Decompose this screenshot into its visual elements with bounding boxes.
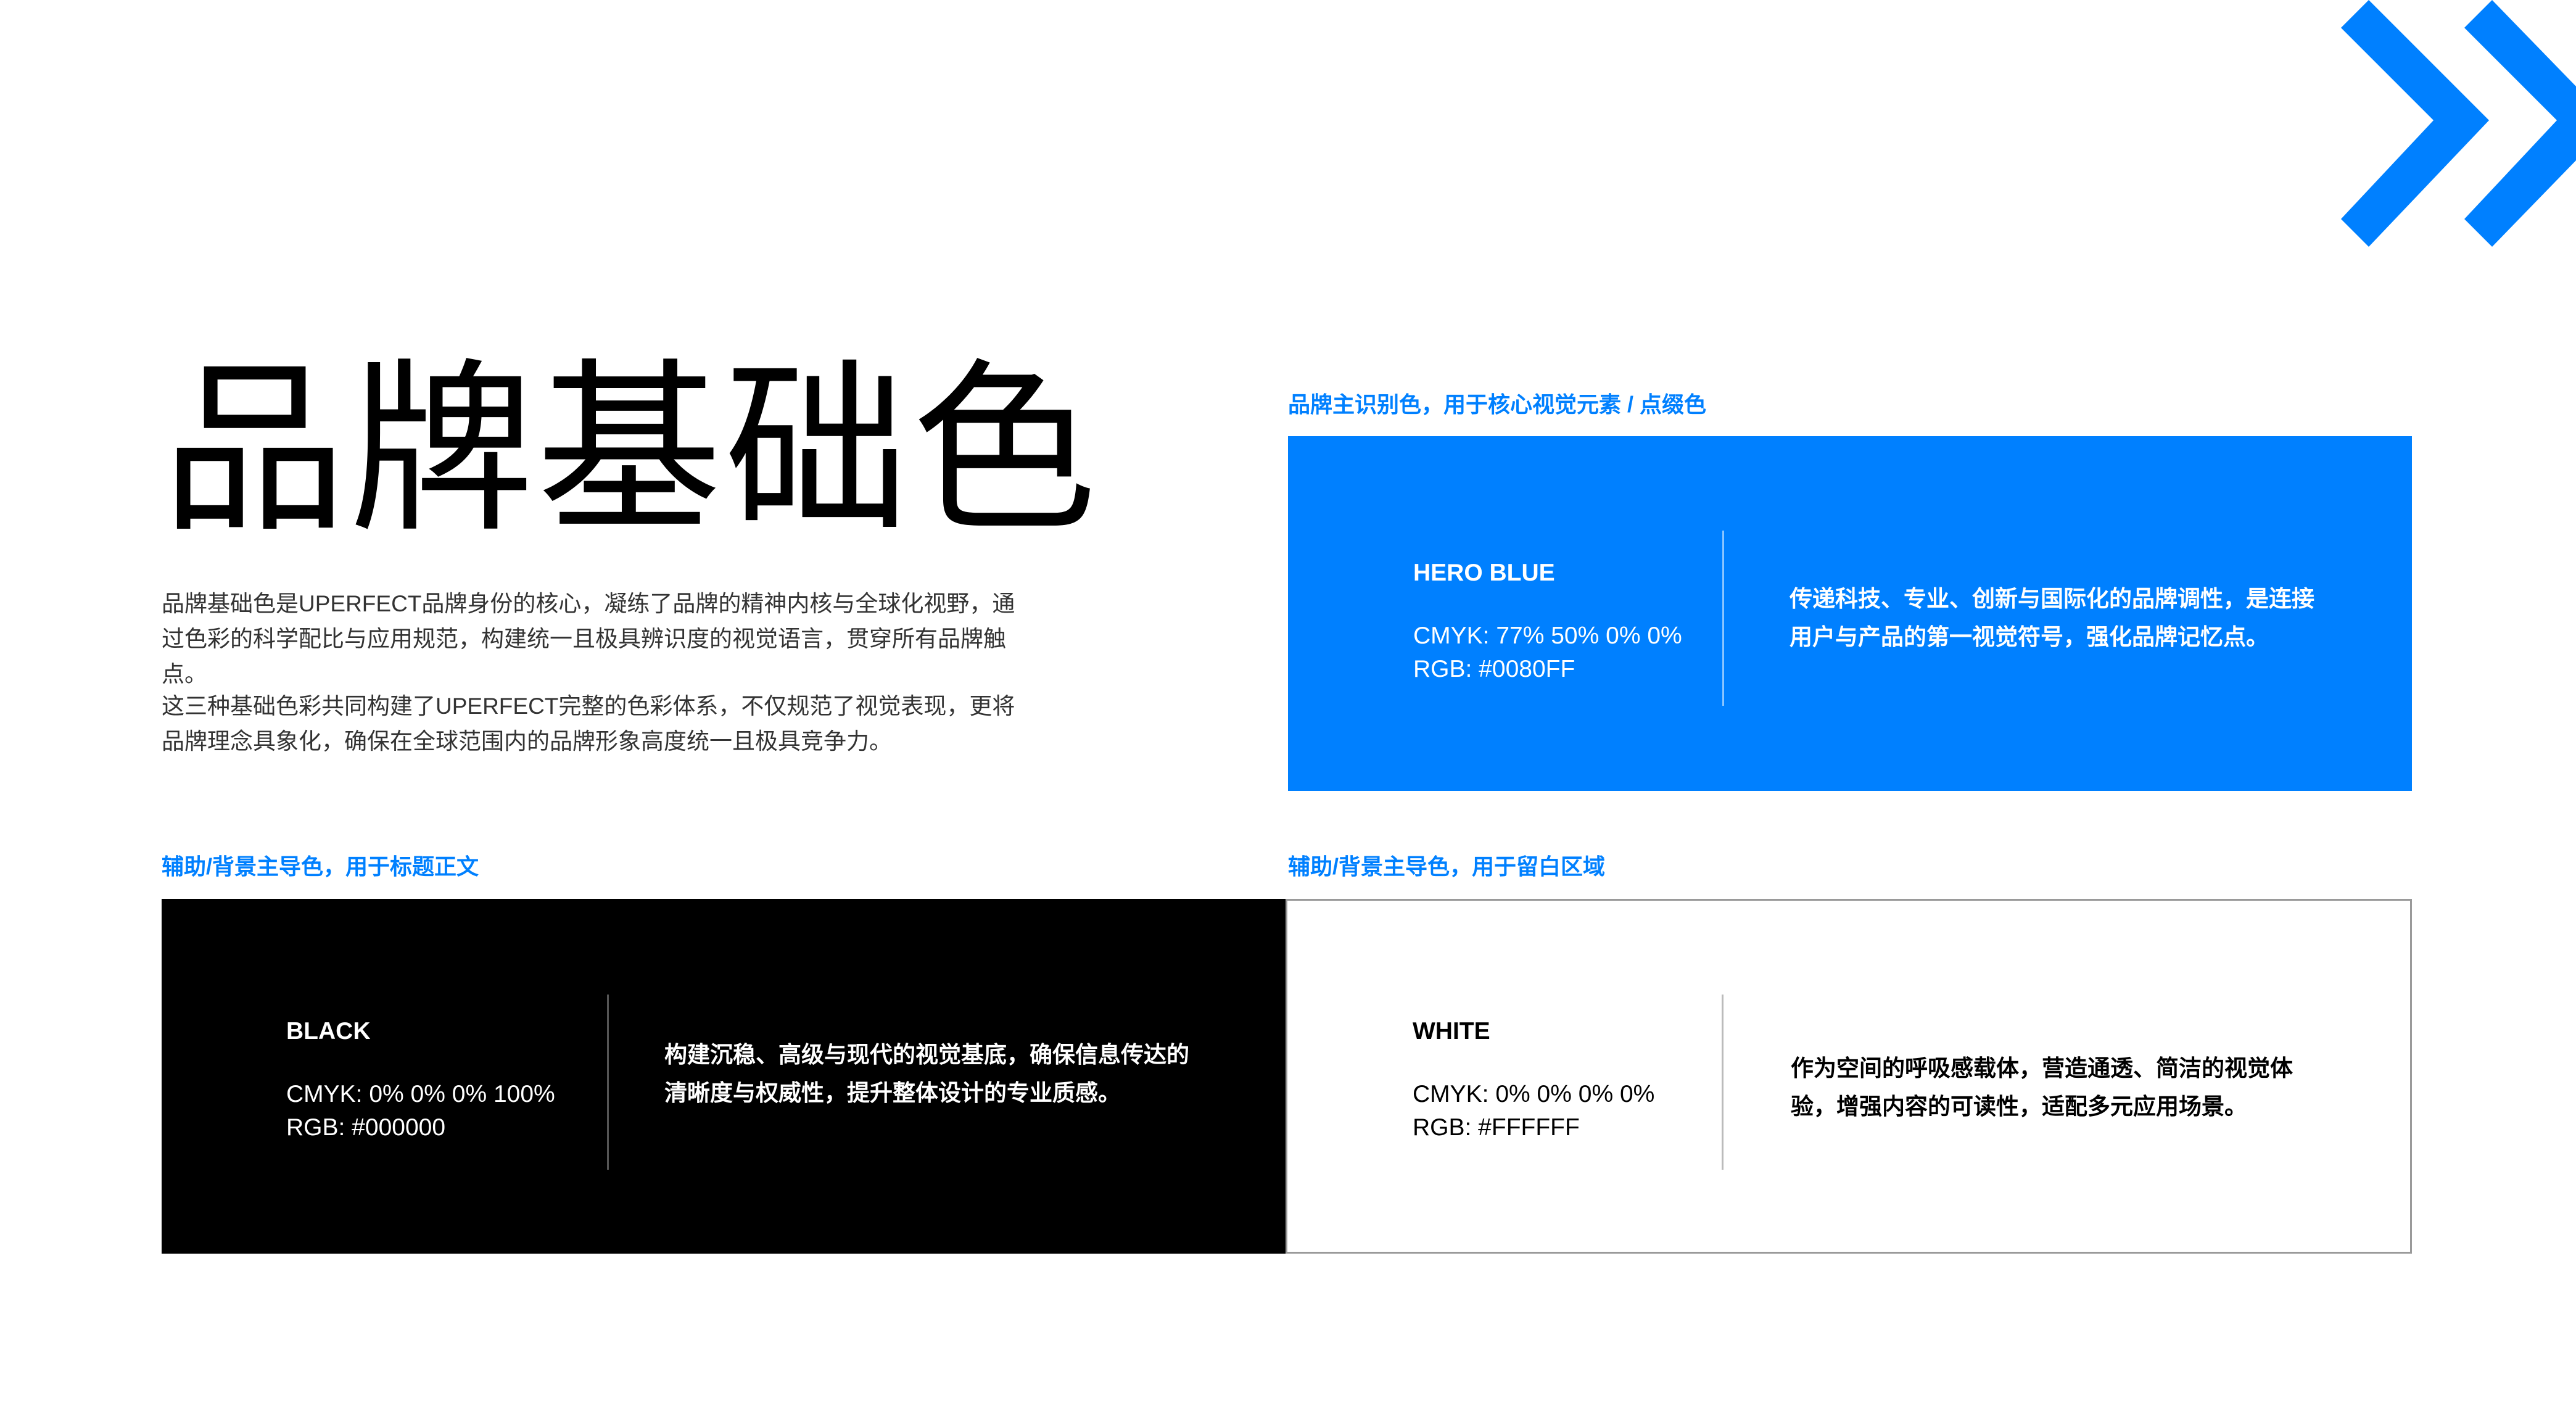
black-codes: CMYK: 0% 0% 0% 100% RGB: #000000 (286, 1078, 555, 1144)
double-chevron-right-icon (2341, 0, 2576, 247)
white-divider (1722, 995, 1724, 1170)
hero-blue-codes: CMYK: 77% 50% 0% 0% RGB: #0080FF (1413, 619, 1682, 686)
hero-blue-swatch: HERO BLUE CMYK: 77% 50% 0% 0% RGB: #0080… (1288, 436, 2412, 791)
white-caption: 辅助/背景主导色，用于留白区域 (1288, 854, 1606, 879)
intro-paragraph-1: 品牌基础色是UPERFECT品牌身份的核心，凝练了品牌的精神内核与全球化视野，通… (162, 591, 1015, 687)
hero-blue-name: HERO BLUE (1413, 560, 1555, 586)
white-cmyk: CMYK: 0% 0% 0% 0% (1413, 1081, 1655, 1107)
intro-paragraph-2: 这三种基础色彩共同构建了UPERFECT完整的色彩体系，不仅规范了视觉表现，更将… (162, 693, 1015, 754)
white-rgb: RGB: #FFFFFF (1413, 1114, 1580, 1141)
white-description: 作为空间的呼吸感载体，营造通透、简洁的视觉体验，增强内容的可读性，适配多元应用场… (1791, 1056, 2293, 1119)
black-cmyk: CMYK: 0% 0% 0% 100% (286, 1081, 555, 1107)
white-swatch: WHITE CMYK: 0% 0% 0% 0% RGB: #FFFFFF 作为空… (1286, 899, 2412, 1254)
hero-blue-rgb: RGB: #0080FF (1413, 656, 1575, 682)
black-description: 构建沉稳、高级与现代的视觉基底，确保信息传达的清晰度与权威性，提升整体设计的专业… (664, 1042, 1189, 1106)
hero-blue-description: 传递科技、专业、创新与国际化的品牌调性，是连接用户与产品的第一视觉符号，强化品牌… (1790, 586, 2314, 650)
black-caption: 辅助/背景主导色，用于标题正文 (162, 854, 479, 879)
white-codes: CMYK: 0% 0% 0% 0% RGB: #FFFFFF (1413, 1078, 1654, 1144)
black-rgb: RGB: #000000 (286, 1114, 446, 1141)
hero-blue-caption: 品牌主识别色，用于核心视觉元素 / 点缀色 (1288, 392, 1707, 417)
hero-blue-cmyk: CMYK: 77% 50% 0% 0% (1413, 623, 1682, 649)
page-title: 品牌基础色 (162, 342, 1099, 558)
black-divider (607, 995, 609, 1170)
white-name: WHITE (1413, 1018, 1490, 1044)
black-swatch: BLACK CMYK: 0% 0% 0% 100% RGB: #000000 构… (162, 899, 1286, 1254)
black-name: BLACK (286, 1018, 371, 1044)
hero-blue-divider (1722, 531, 1724, 706)
